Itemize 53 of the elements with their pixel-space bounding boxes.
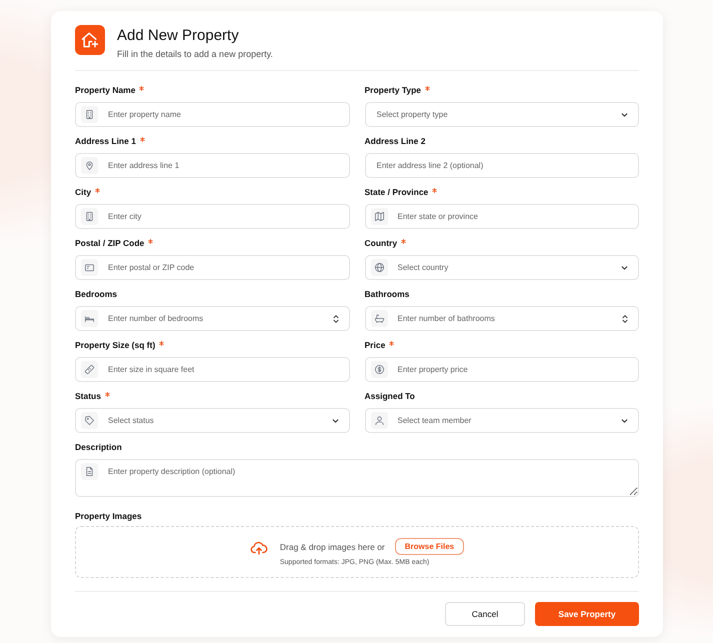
text-field[interactable]: Enter address line 2 (optional) [364,153,639,178]
building-icon [81,208,98,225]
text-field[interactable]: Enter address line 1 [75,153,350,178]
spinner-icon[interactable] [332,313,340,324]
browse-files-button[interactable]: Browse Files [394,538,464,555]
building-icon [81,106,98,123]
bathtub-icon [370,310,388,327]
document-icon [81,463,98,480]
field-label: State / Province [364,187,428,197]
field-label: Postal / ZIP Code [75,238,144,248]
number-field[interactable]: Enter number of bedrooms [75,306,350,331]
ruler-icon [81,361,98,378]
bed-icon [81,310,98,327]
cancel-button[interactable]: Cancel [445,602,525,626]
house-plus-icon [75,25,105,55]
upload-cloud-icon [250,539,268,557]
location-pin-icon [81,157,98,174]
field-label: Bathrooms [364,289,410,299]
select-field[interactable]: Select status [75,408,350,433]
field-label: Property Images [75,511,143,521]
textarea-field[interactable]: Enter property description (optional) [75,459,639,497]
tag-icon [81,412,98,429]
form-subtitle: Fill in the details to add a new property. [117,49,273,59]
upload-prompt: Drag & drop images here or [280,542,385,552]
text-field[interactable]: Enter city [75,204,350,229]
spinner-icon[interactable] [621,313,629,324]
select-field[interactable]: Select property type [364,102,639,127]
field-label: Country [364,238,398,248]
field-label: Property Name [75,85,136,95]
map-icon [370,208,388,225]
select-field[interactable]: Select team member [364,408,639,433]
form-title: Add New Property [117,27,240,44]
field-label: City [75,187,92,197]
number-field[interactable]: Enter number of bathrooms [364,306,639,331]
text-field[interactable]: Enter state or province [364,204,639,229]
field-label: Bedrooms [75,289,118,299]
field-label: Property Type [364,85,422,95]
text-field[interactable]: Enter property price [364,357,639,382]
field-label: Address Line 2 [364,136,426,146]
user-icon [370,412,388,429]
select-field[interactable]: Select country [364,255,639,280]
globe-icon [370,259,388,276]
field-label: Property Size (sq ft) [75,340,156,350]
mailbox-icon [81,259,98,276]
field-label: Status [75,391,101,401]
text-field[interactable]: Enter postal or ZIP code [75,255,350,280]
field-label: Assigned To [364,391,415,401]
field-label: Address Line 1 [75,136,136,146]
field-label: Description [75,442,122,452]
text-field[interactable]: Enter property name [75,102,350,127]
field-label: Price [364,340,386,350]
dollar-icon [370,361,388,378]
text-field[interactable]: Enter size in square feet [75,357,350,382]
